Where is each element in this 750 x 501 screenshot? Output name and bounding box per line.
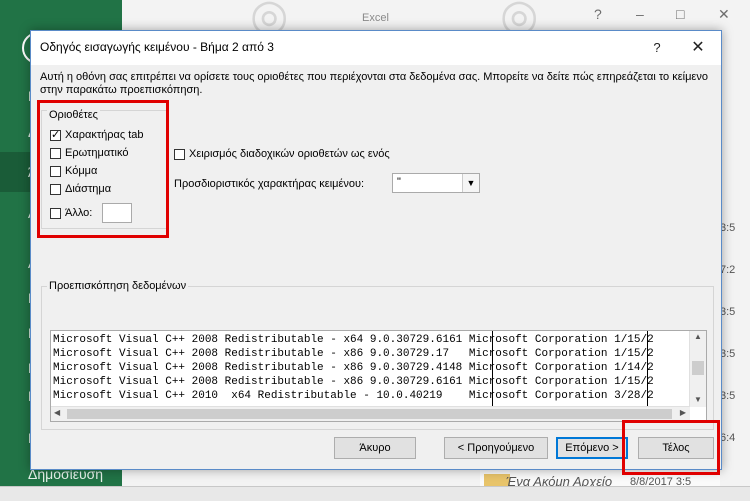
file-time: 3:5 (720, 390, 736, 402)
chevron-down-icon[interactable]: ▼ (462, 174, 479, 192)
highlight-box-delimiters (37, 100, 169, 238)
text-qualifier-label: Προσδιοριστικός χαρακτήρας κειμένου: (174, 178, 365, 190)
text-qualifier-select[interactable]: " ▼ (392, 173, 480, 193)
file-time: 3:5 (720, 222, 736, 234)
dialog-title-bar[interactable]: Οδηγός εισαγωγής κειμένου - Βήμα 2 από 3… (31, 31, 721, 65)
data-preview-group: Προεπισκόπηση δεδομένων Microsoft Visual… (41, 280, 714, 430)
column-break-line[interactable] (647, 331, 648, 409)
preview-row: Microsoft Visual C++ 2008 Redistributabl… (53, 376, 654, 388)
scroll-thumb[interactable] (692, 361, 704, 375)
file-time: 6:4 (720, 432, 736, 444)
consecutive-delimiters-checkbox[interactable]: Χειρισμός διαδοχικών οριοθετών ως ενός (174, 148, 390, 160)
scroll-right-icon[interactable]: ▶ (680, 408, 686, 417)
cancel-button[interactable]: Άκυρο (334, 437, 416, 459)
preview-vertical-scrollbar[interactable]: ▲ ▼ (689, 331, 706, 407)
dialog-title: Οδηγός εισαγωγής κειμένου - Βήμα 2 από 3 (40, 40, 274, 54)
preview-row: Microsoft Visual C++ 2010 x64 Redistribu… (53, 390, 654, 402)
data-preview-label: Προεπισκόπηση δεδομένων (47, 280, 189, 292)
scroll-down-icon[interactable]: ▼ (690, 395, 706, 404)
maximize-icon[interactable]: □ (676, 6, 684, 22)
scroll-up-icon[interactable]: ▲ (690, 332, 706, 341)
dialog-description: Αυτή η οθόνη σας επιτρέπει να ορίσετε το… (40, 71, 708, 96)
close-icon[interactable]: ✕ (685, 37, 711, 59)
preview-row: Microsoft Visual C++ 2008 Redistributabl… (53, 348, 654, 360)
checkbox-box[interactable] (174, 148, 185, 160)
next-button[interactable]: Επόμενο > (556, 437, 628, 459)
file-time: 3:5 (720, 306, 736, 318)
back-button[interactable]: < Προηγούμενο (444, 437, 548, 459)
scroll-thumb[interactable] (67, 409, 672, 419)
highlight-box-finish (622, 420, 720, 475)
file-time: 7:2 (720, 264, 736, 276)
consecutive-delimiters-label: Χειρισμός διαδοχικών οριοθετών ως ενός (189, 148, 390, 161)
scroll-left-icon[interactable]: ◀ (54, 408, 60, 417)
text-import-wizard-dialog: Οδηγός εισαγωγής κειμένου - Βήμα 2 από 3… (30, 30, 722, 470)
preview-horizontal-scrollbar[interactable]: ◀ ▶ (51, 406, 690, 421)
text-qualifier-value: " (397, 176, 401, 188)
preview-row: Microsoft Visual C++ 2008 Redistributabl… (53, 334, 654, 346)
file-time: 3:5 (720, 348, 736, 360)
preview-row: Microsoft Visual C++ 2008 Redistributabl… (53, 362, 654, 374)
excel-help-icon[interactable]: ? (594, 6, 602, 22)
excel-window-title: Excel (362, 12, 389, 24)
column-break-line[interactable] (492, 331, 493, 409)
data-preview-box[interactable]: Microsoft Visual C++ 2008 Redistributabl… (50, 330, 707, 422)
horizontal-scrollbar[interactable] (0, 486, 750, 501)
excel-close-icon[interactable]: ✕ (718, 6, 730, 23)
help-icon[interactable]: ? (645, 37, 669, 59)
minimize-icon[interactable]: – (636, 6, 644, 22)
